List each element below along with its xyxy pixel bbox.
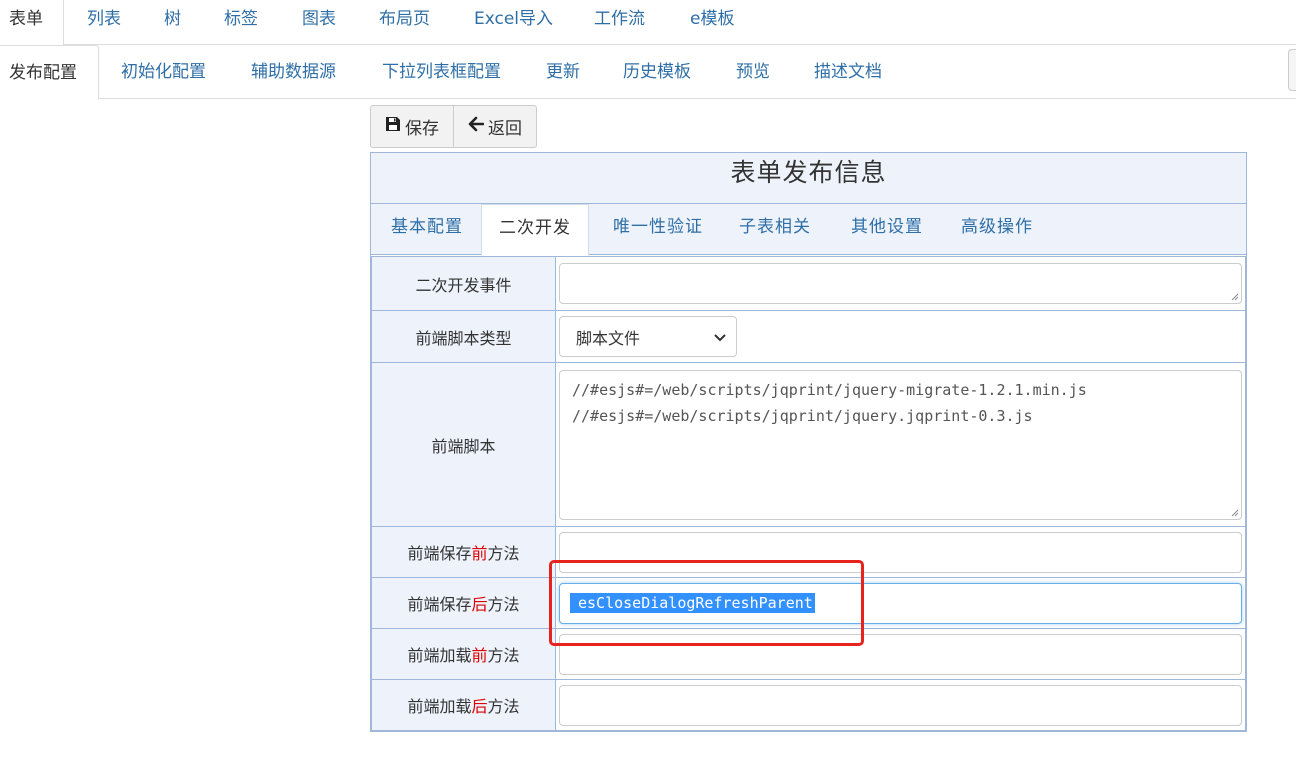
script-textarea[interactable]: //#esjs#=/web/scripts/jqprint/jquery-mig… (559, 369, 1242, 520)
subtab-uniqueness[interactable]: 唯一性验证 (613, 204, 703, 255)
tab-e-template[interactable]: e模板 (690, 0, 734, 45)
before-load-method-input[interactable] (559, 633, 1242, 675)
script-line: //#esjs#=/web/scripts/jqprint/jquery-mig… (572, 380, 1087, 399)
toolbar: 保存 返回 (370, 105, 537, 148)
tab-tag[interactable]: 标签 (224, 0, 258, 45)
tab-tree[interactable]: 树 (164, 0, 181, 45)
tab-publish-config[interactable]: 发布配置 (0, 45, 99, 100)
back-button[interactable]: 返回 (453, 105, 537, 148)
chevron-down-icon (714, 327, 726, 346)
script-line: //#esjs#=/web/scripts/jqprint/jquery.jqp… (572, 406, 1033, 425)
before-save-method-input[interactable] (559, 531, 1242, 573)
subtab-other-settings[interactable]: 其他设置 (851, 204, 923, 255)
tab-update[interactable]: 更新 (546, 45, 580, 99)
tab-chart[interactable]: 图表 (302, 0, 336, 45)
tab-layout[interactable]: 布局页 (379, 0, 430, 45)
subtab-secondary-dev[interactable]: 二次开发 (481, 204, 589, 256)
field-label: 前端加载前方法 (371, 628, 556, 680)
arrow-left-icon (468, 116, 485, 137)
tab-excel-import[interactable]: Excel导入 (474, 0, 553, 45)
row-script: 前端脚本 //#esjs#=/web/scripts/jqprint/jquer… (371, 362, 1246, 527)
row-script-type: 前端脚本类型 脚本文件 (371, 310, 1246, 363)
publish-info-panel: 表单发布信息 基本配置 二次开发 唯一性验证 子表相关 其他设置 高级操作 二次… (370, 152, 1247, 732)
script-type-select[interactable]: 脚本文件 (559, 316, 737, 357)
edge-button[interactable] (1288, 49, 1296, 91)
field-label: 前端脚本 (371, 362, 556, 527)
tab-dropdown-config[interactable]: 下拉列表框配置 (382, 45, 501, 99)
tab-aux-datasource[interactable]: 辅助数据源 (251, 45, 336, 99)
select-value: 脚本文件 (576, 328, 641, 348)
row-dev-event: 二次开发事件 (371, 256, 1246, 311)
back-label: 返回 (488, 119, 522, 139)
save-label: 保存 (405, 119, 439, 139)
tab-history-template[interactable]: 历史模板 (623, 45, 691, 99)
after-save-method-input[interactable]: esCloseDialogRefreshParent (559, 582, 1242, 624)
floppy-disk-icon (385, 116, 401, 137)
field-label: 前端保存后方法 (371, 577, 556, 629)
subtab-advanced[interactable]: 高级操作 (961, 204, 1033, 255)
field-label: 前端保存前方法 (371, 526, 556, 578)
subtab-basic-config[interactable]: 基本配置 (391, 204, 463, 255)
tab-preview[interactable]: 预览 (736, 45, 770, 99)
panel-title: 表单发布信息 (371, 153, 1246, 204)
after-load-method-input[interactable] (559, 684, 1242, 726)
secondary-nav: 发布配置 初始化配置 辅助数据源 下拉列表框配置 更新 历史模板 预览 描述文档 (0, 45, 1296, 100)
form-table: 二次开发事件 前端脚本类型 脚本文件 前端脚本 //#esjs#=/web/sc… (371, 256, 1246, 731)
field-label: 前端脚本类型 (371, 310, 556, 363)
subtab-subtable[interactable]: 子表相关 (739, 204, 811, 255)
resize-grip-icon[interactable] (1230, 508, 1239, 517)
resize-grip-icon[interactable] (1230, 292, 1239, 301)
save-button[interactable]: 保存 (370, 105, 454, 148)
subtabs: 基本配置 二次开发 唯一性验证 子表相关 其他设置 高级操作 (371, 204, 1246, 256)
tab-workflow[interactable]: 工作流 (594, 0, 645, 45)
primary-nav: 表单 列表 树 标签 图表 布局页 Excel导入 工作流 e模板 (0, 0, 1296, 46)
tab-list[interactable]: 列表 (87, 0, 121, 45)
row-before-load: 前端加载前方法 (371, 628, 1246, 680)
tab-form[interactable]: 表单 (0, 0, 64, 46)
selected-text: esCloseDialogRefreshParent (570, 593, 815, 613)
field-label: 二次开发事件 (371, 256, 556, 311)
field-label: 前端加载后方法 (371, 679, 556, 731)
row-after-save: 前端保存后方法 esCloseDialogRefreshParent (371, 577, 1246, 629)
tab-description-doc[interactable]: 描述文档 (814, 45, 882, 99)
tab-init-config[interactable]: 初始化配置 (121, 45, 206, 99)
row-after-load: 前端加载后方法 (371, 679, 1246, 731)
row-before-save: 前端保存前方法 (371, 526, 1246, 578)
dev-event-textarea[interactable] (559, 263, 1242, 304)
